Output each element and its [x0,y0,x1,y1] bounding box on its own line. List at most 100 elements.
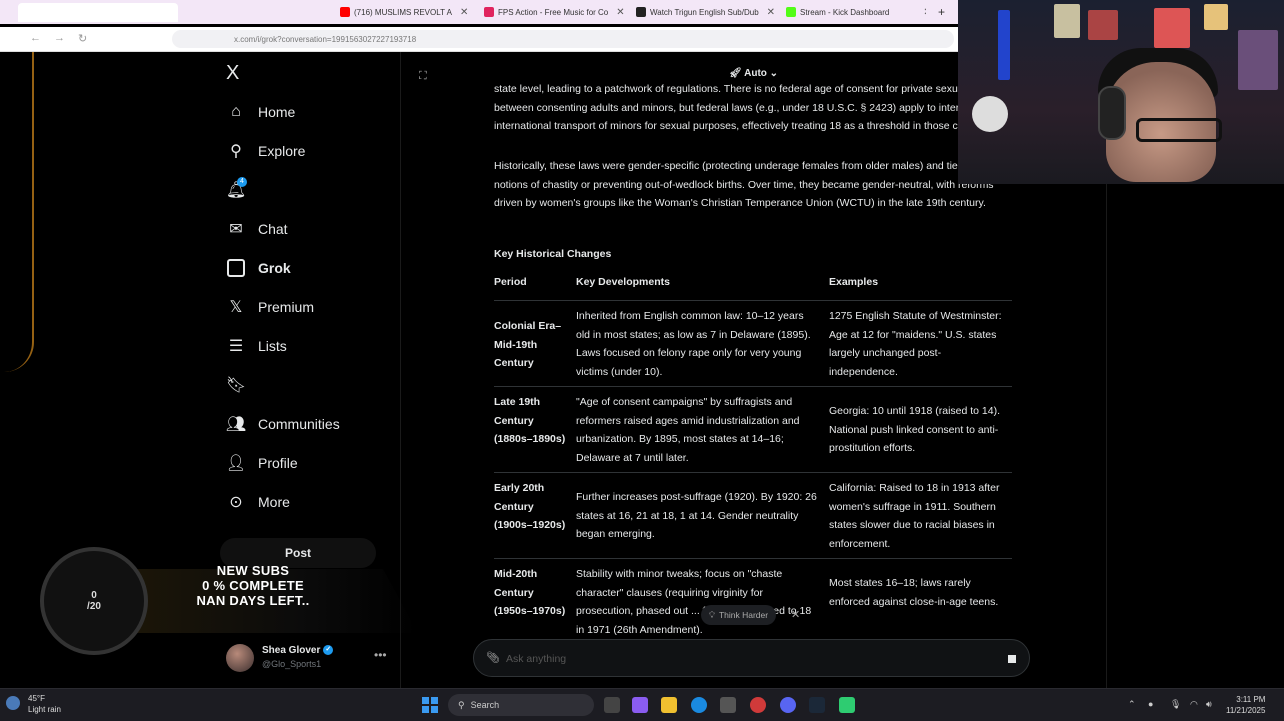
close-icon[interactable]: ✕ [616,7,624,18]
close-icon[interactable]: ✕ [767,7,775,18]
expand-icon[interactable]: ⛶ [419,70,427,83]
paragraph: Historically, these laws were gender-spe… [494,160,994,210]
sidebar-item-lists[interactable]: ☰ Lists [226,332,287,360]
back-icon[interactable]: ← [30,32,41,44]
table-row: Early 20th Century (1900s–1920s) Further… [494,472,1012,559]
music-icon [484,7,494,17]
sidebar-item-communities[interactable]: 👥︎ Communities [226,410,340,438]
skull-decoration [972,96,1008,132]
discord-icon[interactable] [780,697,796,713]
tray-app-icon[interactable]: ● [1148,699,1153,709]
sidebar-item-notifications[interactable]: 🔔︎ 4 [225,176,247,204]
tab-label: (716) MUSLIMS REVOLT A [354,7,452,17]
volume-icon[interactable]: 🔊︎ [1206,699,1212,710]
attach-icon[interactable]: 📎︎ [486,651,500,664]
grok-icon [226,258,246,278]
weather-widget[interactable]: 45°F Light rain [6,693,61,715]
examples-cell: Most states 16–18; laws rarely enforced … [829,577,999,608]
model-label: Auto [744,68,767,79]
task-view-icon[interactable] [604,697,620,713]
period-cell: Mid-20th Century (1950s–1970s) [494,568,566,618]
sidebar-item-label: Profile [258,455,298,471]
x-logo-icon: X [226,61,240,84]
kick-icon [786,7,796,17]
wifi-icon[interactable]: ◠ [1190,699,1198,710]
url-text: x.com/i/grok?conversation=19915630272271… [234,34,417,44]
new-subs-overlay: 0 /20 NEW SUBS 0 % COMPLETE NAN DAYS LEF… [40,547,420,657]
tab-label: Watch Trigun English Sub/Dub [650,7,759,17]
headset [1098,86,1126,140]
tab-trigun[interactable]: Watch Trigun English Sub/Dub ✕ [636,3,776,21]
user-handle: @Glo_Sports1 [262,659,322,669]
sidebar-item-profile[interactable]: 👤︎ Profile [226,449,298,477]
copilot-icon[interactable] [632,697,648,713]
tab-active[interactable] [18,3,178,22]
table-row: Mid-20th Century (1950s–1970s) Stability… [494,558,1012,639]
close-icon[interactable]: ✕ [460,7,468,18]
sidebar-item-home[interactable]: ⌂ Home [226,98,295,126]
mail-icon: ✉ [229,221,243,238]
x-logo[interactable]: X [226,59,239,87]
address-bar-row: ← → ↻ x.com/i/grok?conversation=19915630… [0,27,958,52]
tab-youtube[interactable]: (716) MUSLIMS REVOLT A ✕ [340,3,470,21]
close-icon[interactable]: ✕ [923,7,926,18]
period-cell: Colonial Era–Mid-19th Century [494,320,562,370]
sidebar-item-label: Premium [258,299,315,315]
more-circle-icon: ⊙ [229,494,243,511]
taskbar-search[interactable]: ⚲ Search [448,694,594,716]
period-cell: Late 19th Century (1880s–1890s) [494,396,566,446]
tab-label: Stream - Kick Dashboard [800,7,890,17]
sidebar-item-label: Explore [258,143,306,159]
close-icon[interactable]: ✕ [791,608,800,621]
column-header: Period [494,276,527,288]
examples-cell: 1275 English Statute of Westminster: Age… [829,310,1002,378]
model-selector[interactable]: 🚀︎ Auto ⌄ [729,68,778,79]
windows-start-icon[interactable] [422,697,438,713]
search-icon: ⚲ [230,143,242,160]
steam-icon[interactable] [809,697,825,713]
sidebar-item-explore[interactable]: ⚲ Explore [226,137,305,165]
system-clock[interactable]: 3:11 PM 11/21/2025 [1226,694,1265,716]
sidebar-item-label: Communities [258,416,340,432]
edge-icon[interactable] [691,697,707,713]
sidebar-item-grok[interactable]: Grok [226,254,291,282]
bell-icon: 🔔︎ 4 [225,177,247,199]
period-cell: Early 20th Century (1900s–1920s) [494,482,566,532]
chevron-up-icon[interactable]: ⌃ [1128,699,1136,710]
paragraph: state level, leading to a patchwork of r… [494,83,1002,133]
sidebar-item-chat[interactable]: ✉ Chat [226,215,287,243]
stop-icon[interactable] [1008,655,1016,663]
sidebar-item-bookmarks[interactable]: 🔖︎ [226,371,246,399]
ask-input[interactable] [504,649,988,669]
sidebar-item-label: Home [258,104,296,120]
think-harder-chip[interactable]: 💡︎ Think Harder [701,605,777,625]
wall-poster [1238,30,1278,90]
ask-bar: 📎︎ [473,639,1030,677]
tab-kick[interactable]: Stream - Kick Dashboard ✕ [786,3,926,21]
account-switcher[interactable]: Shea Glover ✓ @Glo_Sports1 ••• [226,642,396,676]
clock-date: 11/21/2025 [1226,706,1266,715]
developments-cell: Stability with minor tweaks; focus on "c… [576,568,812,636]
communities-icon: 👥︎ [225,416,247,433]
more-dots-icon[interactable]: ••• [374,648,387,662]
forward-icon[interactable]: → [54,32,65,44]
microphone-icon[interactable]: 🎙︎ [1170,699,1181,710]
browser-icon[interactable] [750,697,766,713]
developments-cell: "Age of consent campaigns" by suffragist… [576,396,800,464]
store-icon[interactable] [720,697,736,713]
developments-cell: Further increases post-suffrage (1920). … [576,491,817,541]
file-explorer-icon[interactable] [661,697,677,713]
subs-count: 0 [91,590,97,601]
sidebar-item-premium[interactable]: 𝕏 Premium [226,293,314,321]
reload-icon[interactable]: ↻ [78,32,87,45]
sidebar-item-label: Grok [258,260,291,276]
tab-music[interactable]: FPS Action - Free Music for Co ✕ [484,3,624,21]
windows-taskbar: 45°F Light rain ⚲ Search ⌃ ● 🎙︎ ◠ 🔊︎ 3:11… [0,688,1284,721]
url-field[interactable]: x.com/i/grok?conversation=19915630272271… [172,30,954,48]
examples-cell: California: Raised to 18 in 1913 after w… [829,482,1000,550]
new-tab-icon[interactable]: + [938,3,952,21]
site-icon [636,7,646,17]
wall-poster [1204,4,1228,30]
app-icon[interactable] [839,697,855,713]
sidebar-item-more[interactable]: ⊙ More [226,488,290,516]
